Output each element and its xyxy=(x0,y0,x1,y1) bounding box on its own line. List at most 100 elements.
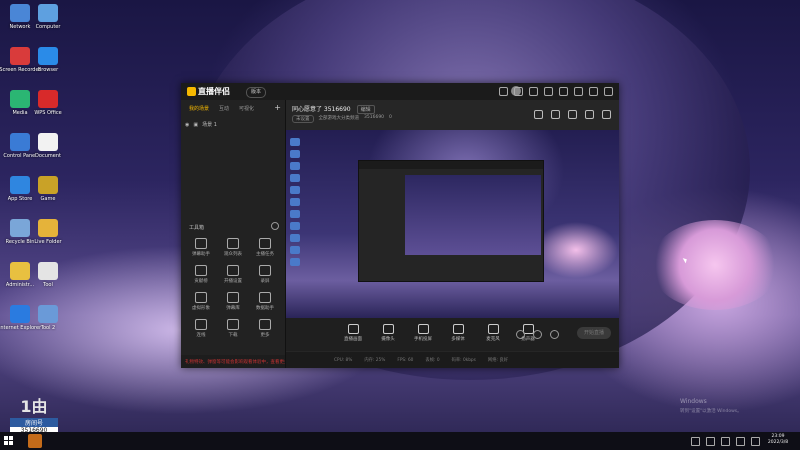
toolbox-item[interactable]: 连线 xyxy=(185,319,217,338)
desktop-icon[interactable]: Game xyxy=(20,176,76,202)
camera-icon[interactable] xyxy=(516,330,525,339)
share-icon[interactable] xyxy=(602,110,611,119)
desktop-icon-image xyxy=(38,305,58,323)
source-button[interactable]: 多媒体 xyxy=(447,324,469,342)
source-button-icon xyxy=(347,324,359,334)
status-pill[interactable]: 未设置 xyxy=(292,115,314,123)
toolbox-item-icon xyxy=(259,238,271,249)
start-live-button[interactable]: 开始直播 xyxy=(577,327,611,339)
clock-date: 2022/3/8 xyxy=(767,440,789,445)
toolbox-item[interactable]: 主播任务 xyxy=(249,238,281,257)
toolbox-item-label: 观众列表 xyxy=(224,252,242,257)
source-button-label: 手机投屏 xyxy=(414,337,432,342)
toolbox-settings-icon[interactable] xyxy=(271,222,279,230)
toolbox-item-label: 虚拟形象 xyxy=(192,306,210,311)
toolbar-right-icons xyxy=(516,330,559,339)
shop-icon[interactable] xyxy=(551,110,560,119)
eye-icon[interactable]: ◉ xyxy=(185,122,189,128)
source-button[interactable]: 手机投屏 xyxy=(412,324,434,342)
toolbox-item[interactable]: 虚拟形象 xyxy=(185,292,217,311)
tab-visual[interactable]: 可视化 xyxy=(239,105,254,115)
desktop-icon[interactable]: Tool 2 xyxy=(20,305,76,331)
source-button-label: 直播画面 xyxy=(344,337,362,342)
toolbox-item[interactable]: 观众列表 xyxy=(217,238,249,257)
windows-start-icon[interactable] xyxy=(4,436,14,446)
lock-icon[interactable] xyxy=(568,110,577,119)
gift-icon[interactable] xyxy=(534,110,543,119)
desktop-icon-label: Game xyxy=(40,196,56,202)
desktop-icon[interactable]: Document xyxy=(20,133,76,159)
desktop-icon-image xyxy=(38,133,58,151)
tray-network-icon[interactable] xyxy=(721,437,730,446)
help-icon[interactable] xyxy=(544,87,553,96)
toolbox-item-label: 弹幕库 xyxy=(226,306,240,311)
nested-app-preview xyxy=(358,160,544,282)
scene-item[interactable]: ◉ ▣ 场景 1 xyxy=(185,120,281,129)
nested-preview xyxy=(405,175,541,255)
desktop-icon-label: Tool 2 xyxy=(40,325,56,331)
desktop-icon[interactable]: WPS Office xyxy=(20,90,76,116)
shirt-icon[interactable] xyxy=(529,87,538,96)
toolbox-item-label: 录屏 xyxy=(260,279,270,284)
settings-icon[interactable] xyxy=(550,330,559,339)
activation-watermark-sub: 转到"设置"以激活 Windows。 xyxy=(680,409,742,414)
toolbox-item[interactable]: 弹幕助手 xyxy=(185,238,217,257)
toolbox-item-icon xyxy=(227,292,239,303)
version-button[interactable]: 版本 xyxy=(246,87,267,98)
minimize-icon[interactable] xyxy=(574,87,583,96)
left-panel: 我的场景 互动 可视化 + ◉ ▣ 场景 1 工具箱 弹幕助手 观众列表 主播任务贡… xyxy=(181,100,286,368)
toolbox-grid: 弹幕助手 观众列表 主播任务贡献榜 开播设置 录屏虚拟形象 弹幕库 数据助手连线 下载 更多 xyxy=(185,238,281,338)
source-button[interactable]: 直播画面 xyxy=(342,324,364,342)
desktop-icon[interactable]: Computer xyxy=(20,4,76,30)
status-bar: CPU: 8% 内存: 25% FPS: 60 丢帧: 0 码率: 0kbps 网络: 良… xyxy=(286,352,619,368)
message-icon[interactable] xyxy=(499,87,508,96)
toolbox-item-label: 连线 xyxy=(196,333,206,338)
tab-scenes[interactable]: 我的场景 xyxy=(189,105,209,115)
room-badge-big: 1由 xyxy=(20,397,48,416)
toolbox-item-label: 数据助手 xyxy=(256,306,274,311)
source-button[interactable]: 麦克风 xyxy=(482,324,504,342)
notice-bar[interactable]: 礼物特效、弹窗等可能会影响观看体验中，查看更多 xyxy=(181,355,285,368)
toolbox-item[interactable]: 开播设置 xyxy=(217,265,249,284)
title-bar: 直播伴侣 版本 xyxy=(181,83,619,100)
toolbox-item[interactable]: 数据助手 xyxy=(249,292,281,311)
desktop-icon[interactable]: Live Folder xyxy=(20,219,76,245)
maximize-icon[interactable] xyxy=(589,87,598,96)
category-text[interactable]: 全部游戏大分类频道 xyxy=(319,115,360,123)
add-scene-button[interactable]: + xyxy=(274,103,281,112)
toolbox-item[interactable]: 贡献榜 xyxy=(185,265,217,284)
desktop-icon-label: Computer xyxy=(35,24,61,30)
tray-battery-icon[interactable] xyxy=(706,437,715,446)
live-preview[interactable] xyxy=(286,130,619,318)
visible-icon[interactable] xyxy=(533,330,542,339)
menu-icon[interactable] xyxy=(559,87,568,96)
source-button[interactable]: 摄像头 xyxy=(377,324,399,342)
toolbox-item-icon xyxy=(227,319,239,330)
desktop-icon-image xyxy=(38,90,58,108)
bell-icon[interactable] xyxy=(585,110,594,119)
toolbox-item-icon xyxy=(227,265,239,276)
desktop-icon[interactable]: Tool xyxy=(20,262,76,288)
status-item: 网络: 良好 xyxy=(487,358,508,363)
tray-arrow-icon[interactable] xyxy=(691,437,700,446)
edit-button[interactable]: 编辑 xyxy=(356,105,375,114)
toolbox-item[interactable]: 录屏 xyxy=(249,265,281,284)
desktop-icon-label: Document xyxy=(35,153,61,159)
skin-icon[interactable] xyxy=(514,87,523,96)
taskbar: 23:09 2022/3/8 xyxy=(0,432,800,450)
taskbar-app-icon[interactable] xyxy=(28,434,42,448)
tray-ime-icon[interactable] xyxy=(751,437,760,446)
toolbox-item[interactable]: 更多 xyxy=(249,319,281,338)
close-icon[interactable] xyxy=(604,87,613,96)
toolbox-item[interactable]: 下载 xyxy=(217,319,249,338)
toolbox-item-icon xyxy=(195,319,207,330)
taskbar-clock[interactable]: 23:09 2022/3/8 xyxy=(764,434,792,446)
tray-volume-icon[interactable] xyxy=(736,437,745,446)
desktop-icon-label: Live Folder xyxy=(34,239,62,245)
tab-interact[interactable]: 互动 xyxy=(219,105,229,115)
main-panel: 同心愿意了 3516690 编辑 未设置 全部游戏大分类频道 3516690 0 xyxy=(286,100,619,368)
toolbox-item-icon xyxy=(259,265,271,276)
source-button-label: 麦克风 xyxy=(486,337,500,342)
toolbox-item[interactable]: 弹幕库 xyxy=(217,292,249,311)
desktop-icon[interactable]: Browser xyxy=(20,47,76,73)
